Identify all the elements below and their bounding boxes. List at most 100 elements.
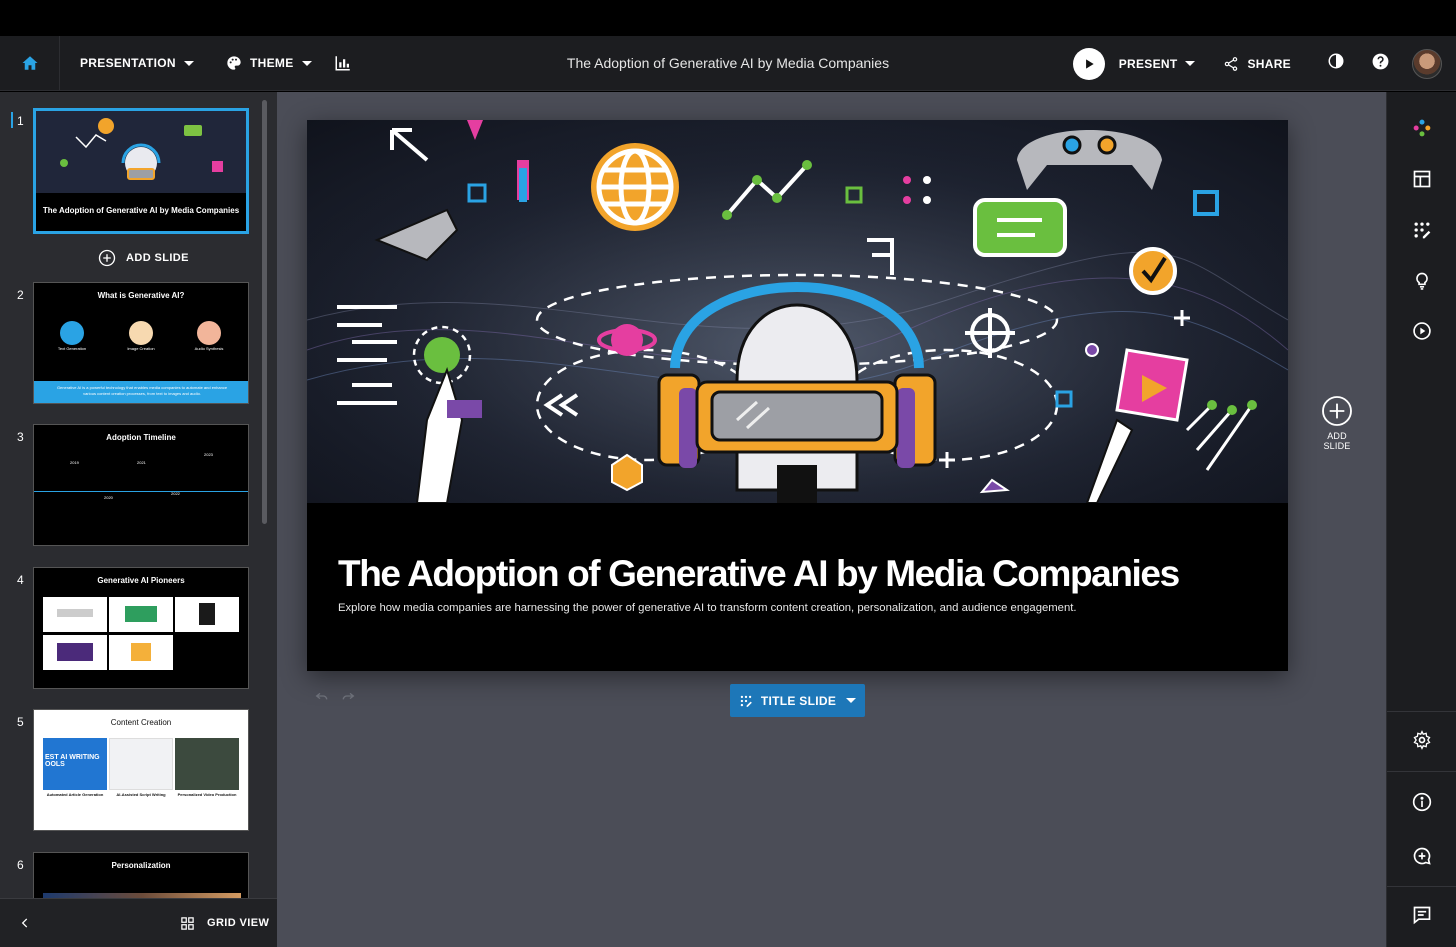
content-image [175, 738, 239, 790]
timeline-year: 2020 [104, 495, 113, 500]
add-slide-sidebar-button[interactable]: ADD SLIDE [98, 249, 189, 267]
contrast-icon [1328, 53, 1344, 69]
palette-icon [227, 56, 241, 70]
sidebar-footer: GRID VIEW [0, 898, 277, 947]
content-caption: Personalized Video Production [177, 792, 237, 797]
presentation-menu-button[interactable]: PRESENTATION [80, 56, 194, 70]
grid-view-button[interactable]: GRID VIEW [180, 916, 269, 931]
bar-chart-icon [335, 56, 350, 71]
slide-thumbnail-title: Personalization [111, 861, 171, 870]
add-slide-canvas-button[interactable]: ADD SLIDE [1314, 395, 1360, 451]
card-title: Text Generation [57, 346, 87, 351]
gear-icon [1413, 730, 1431, 750]
home-button[interactable] [0, 35, 60, 91]
slide-title[interactable]: The Adoption of Generative AI by Media C… [338, 553, 1180, 595]
animation-panel-button[interactable] [1409, 318, 1435, 344]
undo-redo-controls [314, 688, 356, 704]
slide-thumbnail-title: What is Generative AI? [97, 291, 185, 300]
slide-hero-image [307, 120, 1288, 503]
share-button[interactable]: SHARE [1223, 56, 1291, 72]
contrast-toggle[interactable] [1327, 52, 1345, 75]
current-slide[interactable]: The Adoption of Generative AI by Media C… [307, 120, 1288, 671]
user-avatar[interactable] [1412, 48, 1442, 79]
timeline-year: 2023 [204, 452, 213, 457]
pioneer-logo-card [175, 597, 239, 632]
accessibility-icon [1412, 792, 1432, 812]
toolbar-divider [1387, 886, 1456, 887]
slide-thumbnail-title: Adoption Timeline [106, 433, 176, 442]
redo-icon[interactable] [340, 688, 356, 704]
design-panel-button[interactable] [1409, 217, 1435, 243]
analytics-button[interactable] [334, 54, 352, 77]
add-circle-icon [1322, 396, 1352, 426]
add-comment-button[interactable] [1409, 843, 1435, 869]
layout-icon [1413, 170, 1431, 188]
slide-thumbnail[interactable]: Personalization [33, 852, 249, 898]
content-caption: AI-Assisted Script Writing [116, 792, 166, 797]
ai-sparkle-icon [1413, 119, 1431, 137]
slide-layout-label: TITLE SLIDE [760, 693, 837, 708]
grid-icon [181, 916, 194, 930]
toolbar-divider [1387, 711, 1456, 712]
slide-thumbnail[interactable]: Content Creation EST AI WRITING OOLS Aut… [33, 709, 249, 831]
slide-thumbnail[interactable]: Adoption Timeline 2019 2020 2021 2022 20… [33, 424, 249, 546]
accessibility-button[interactable] [1409, 789, 1435, 815]
add-slide-label: ADD SLIDE [126, 252, 189, 264]
slide-layout-button[interactable]: TITLE SLIDE [730, 684, 865, 717]
layout-dots-icon [740, 695, 752, 707]
undo-icon[interactable] [314, 688, 330, 704]
chevron-left-icon [21, 918, 28, 928]
present-label: PRESENT [1118, 56, 1178, 71]
slide-thumbnail[interactable]: The Adoption of Generative AI by Media C… [33, 108, 249, 234]
present-play-button[interactable] [1072, 47, 1105, 80]
present-menu-button[interactable]: PRESENT [1119, 57, 1196, 71]
pioneer-logo-card [109, 635, 173, 670]
card-title: Audio Synthesis [194, 346, 224, 351]
presentation-menu-label: PRESENTATION [80, 56, 176, 70]
slide-thumbnail-title: Generative AI Pioneers [97, 576, 185, 585]
add-slide-label: ADD SLIDE [1323, 431, 1351, 451]
slide-number: 5 [17, 715, 24, 729]
share-icon [1225, 56, 1238, 71]
lightbulb-icon [1416, 272, 1428, 290]
design-dots-icon [1414, 222, 1431, 239]
text-generation-icon [60, 321, 84, 345]
chevron-down-icon [846, 698, 857, 703]
timeline-axis [34, 491, 248, 492]
slide-thumbnail-title: The Adoption of Generative AI by Media C… [42, 206, 240, 215]
right-toolbar [1386, 92, 1456, 947]
share-label: SHARE [1247, 56, 1291, 71]
help-button[interactable] [1371, 52, 1390, 76]
comment-add-icon [1413, 847, 1431, 865]
settings-button[interactable] [1409, 727, 1435, 753]
content-caption: Automated Article Generation [46, 792, 104, 797]
content-image [109, 738, 173, 790]
slide-panel-scrollbar[interactable] [262, 100, 267, 524]
top-right-tools: PRESENT SHARE [1072, 36, 1456, 91]
slide-thumbnail[interactable]: Generative AI Pioneers [33, 567, 249, 689]
theme-menu-label: THEME [250, 56, 294, 70]
audio-synthesis-icon [197, 321, 221, 345]
home-icon [22, 56, 37, 70]
hero-illustration [307, 120, 1288, 503]
chevron-down-icon [183, 60, 194, 66]
slide-footer-banner: Generative AI is a powerful technology t… [34, 381, 248, 403]
ideas-panel-button[interactable] [1409, 268, 1435, 294]
theme-menu-button[interactable]: THEME [226, 55, 312, 71]
slide-thumbnail[interactable]: What is Generative AI? Text Generation I… [33, 282, 249, 404]
play-circle-icon [1413, 322, 1431, 340]
ai-assistant-button[interactable] [1409, 115, 1435, 141]
app-window: PRESENTATION THEME The Adoption of Gener… [0, 0, 1456, 947]
pioneer-logo-card [43, 635, 107, 670]
slide-number: 1 [17, 114, 24, 128]
speaker-notes-button[interactable] [1409, 902, 1435, 928]
collapse-sidebar-button[interactable] [18, 916, 32, 935]
slide-subtitle[interactable]: Explore how media companies are harnessi… [338, 602, 1077, 614]
layout-panel-button[interactable] [1409, 166, 1435, 192]
pioneer-logo-card [109, 597, 173, 632]
slide-thumbnail-title: Content Creation [110, 718, 172, 727]
slide-number: 2 [17, 288, 24, 302]
pioneer-logo-card [43, 597, 107, 632]
slide-thumbnail-artwork [36, 111, 246, 193]
slide-number: 4 [17, 573, 24, 587]
